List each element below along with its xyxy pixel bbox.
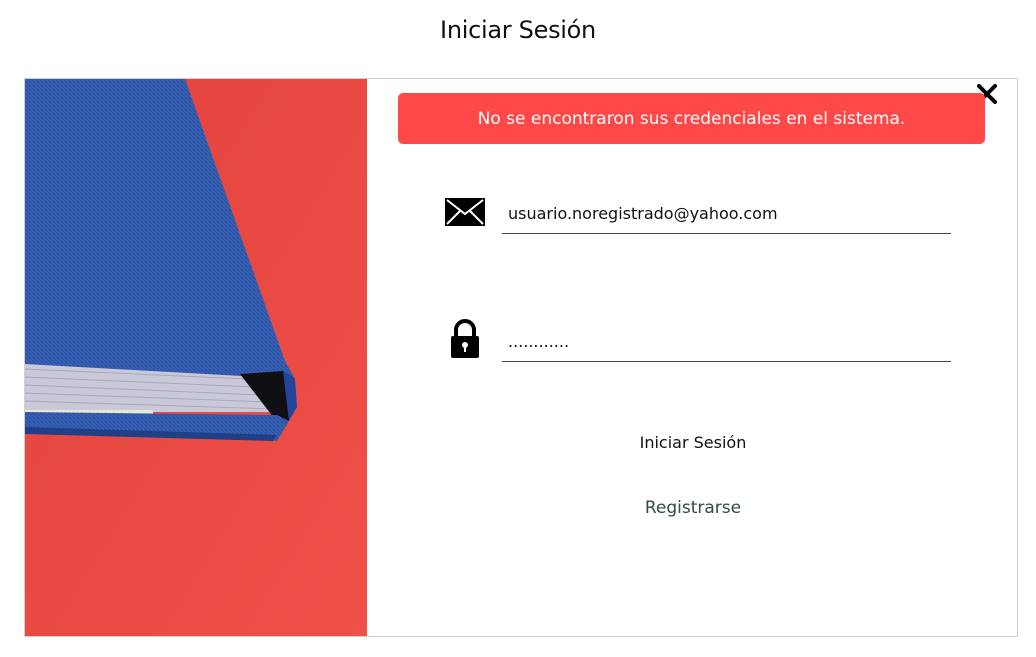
email-field[interactable] — [502, 194, 951, 234]
login-modal: No se encontraron sus credenciales en el… — [24, 78, 1018, 637]
envelope-icon — [445, 198, 485, 226]
book-photo — [25, 79, 367, 636]
error-alert-message: No se encontraron sus credenciales en el… — [477, 108, 906, 129]
password-field[interactable] — [502, 322, 951, 362]
page-title: Iniciar Sesión — [440, 16, 596, 44]
login-button[interactable]: Iniciar Sesión — [598, 427, 788, 457]
error-alert: No se encontraron sus credenciales en el… — [398, 93, 985, 144]
register-link[interactable]: Registrarse — [598, 493, 788, 523]
lock-icon — [451, 319, 479, 358]
